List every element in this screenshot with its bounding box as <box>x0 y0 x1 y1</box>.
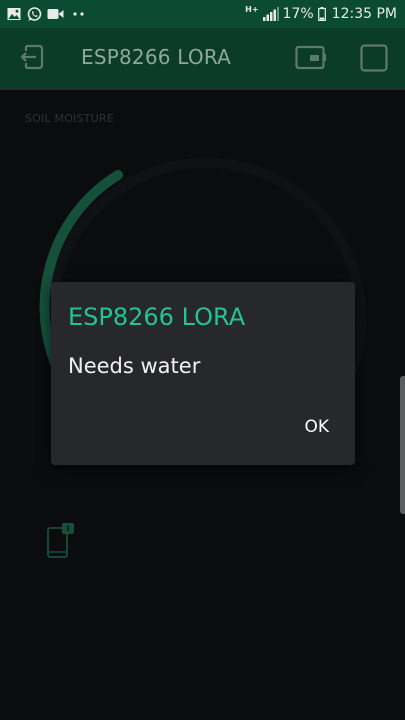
dialog-title: ESP8266 LORA <box>68 303 246 331</box>
dialog-message: Needs water <box>68 354 201 378</box>
app-screen: H+ 17% 12:35 PM ESP8266 LORA SOIL MOISTU… <box>0 0 405 720</box>
ok-button[interactable]: OK <box>296 413 337 441</box>
alert-dialog: ESP8266 LORA Needs water OK <box>51 282 355 465</box>
